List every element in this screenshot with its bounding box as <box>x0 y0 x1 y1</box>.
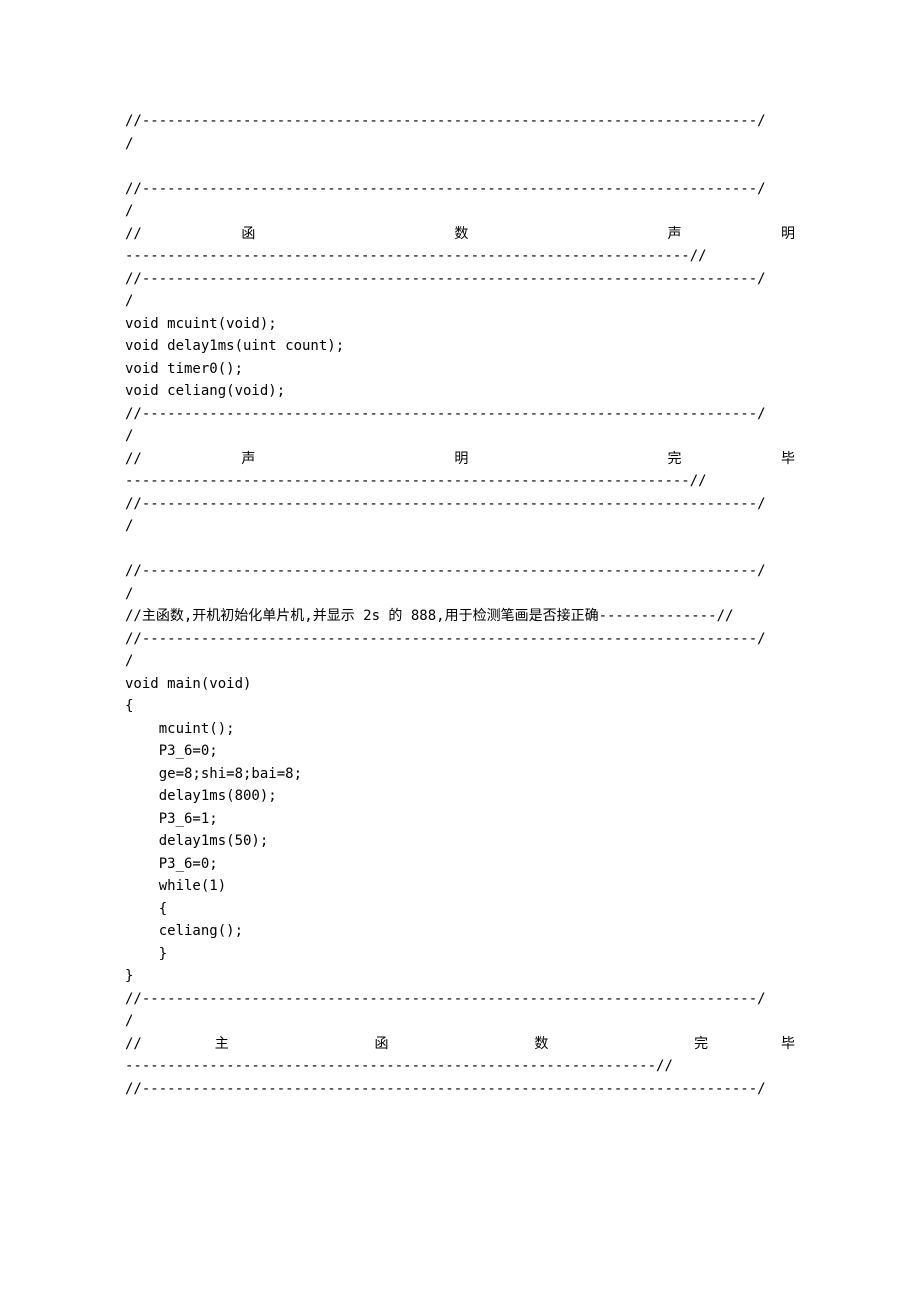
divider-tail: / <box>125 515 795 538</box>
char: 数 <box>454 223 468 246</box>
code-line: P3_6=1; <box>125 808 795 831</box>
section-title-dashes: ----------------------------------------… <box>125 245 795 268</box>
divider-dashes: //--------------------------------------… <box>125 493 795 516</box>
char: 声 <box>241 448 255 471</box>
comment-divider: //--------------------------------------… <box>125 268 795 313</box>
code-line: } <box>125 965 795 988</box>
divider-dashes: //--------------------------------------… <box>125 1078 795 1101</box>
section-title-declend: // 声 明 完 毕 <box>125 448 795 471</box>
code-line: delay1ms(800); <box>125 785 795 808</box>
divider-tail: / <box>125 650 795 673</box>
section-chars: 声 明 完 <box>142 448 781 471</box>
code-line: { <box>125 898 795 921</box>
code-line: void mcuint(void); <box>125 313 795 336</box>
divider-tail: / <box>125 1010 795 1033</box>
divider-tail: / <box>125 290 795 313</box>
code-line: delay1ms(50); <box>125 830 795 853</box>
divider-dashes: //--------------------------------------… <box>125 178 795 201</box>
divider-tail: / <box>125 583 795 606</box>
divider-dashes: //--------------------------------------… <box>125 403 795 426</box>
divider-tail: / <box>125 200 795 223</box>
comment-divider: //--------------------------------------… <box>125 178 795 223</box>
code-line: celiang(); <box>125 920 795 943</box>
dashes: ----------------------------------------… <box>125 245 795 268</box>
code-line: } <box>125 943 795 966</box>
code-line: void timer0(); <box>125 358 795 381</box>
divider-dashes: //--------------------------------------… <box>125 268 795 291</box>
divider-dashes: //--------------------------------------… <box>125 560 795 583</box>
section-title-dashes: ----------------------------------------… <box>125 1055 795 1078</box>
code-line: void delay1ms(uint count); <box>125 335 795 358</box>
char: 完 <box>667 448 681 471</box>
char: 毕 <box>781 448 795 471</box>
char: 明 <box>454 448 468 471</box>
code-line: void celiang(void); <box>125 380 795 403</box>
section-chars: 函 数 声 <box>142 223 781 246</box>
char: 函 <box>241 223 255 246</box>
blank-line <box>125 538 795 561</box>
char: 函 <box>375 1033 389 1056</box>
comment-divider: //--------------------------------------… <box>125 493 795 538</box>
char: 主 <box>215 1033 229 1056</box>
char: 声 <box>667 223 681 246</box>
comment-lead: // <box>125 1033 142 1056</box>
comment-divider: //--------------------------------------… <box>125 988 795 1033</box>
section-chars: 主 函 数 完 <box>142 1033 781 1056</box>
divider-dashes: //--------------------------------------… <box>125 988 795 1011</box>
char: 明 <box>781 223 795 246</box>
char: 完 <box>694 1033 708 1056</box>
comment-divider: //--------------------------------------… <box>125 110 795 155</box>
code-line: while(1) <box>125 875 795 898</box>
section-title-funcdecl: // 函 数 声 明 <box>125 223 795 246</box>
comment-divider: //--------------------------------------… <box>125 1078 795 1101</box>
divider-dashes: //--------------------------------------… <box>125 110 795 133</box>
char: 毕 <box>781 1033 795 1056</box>
dashes: ----------------------------------------… <box>125 470 795 493</box>
code-line: void main(void) <box>125 673 795 696</box>
code-line: P3_6=0; <box>125 740 795 763</box>
char: 数 <box>534 1033 548 1056</box>
divider-dashes: //--------------------------------------… <box>125 628 795 651</box>
blank-line <box>125 155 795 178</box>
section-title-dashes: ----------------------------------------… <box>125 470 795 493</box>
comment-lead: // <box>125 448 142 471</box>
comment-divider: //--------------------------------------… <box>125 403 795 448</box>
dashes: ----------------------------------------… <box>125 1055 795 1078</box>
divider-tail: / <box>125 425 795 448</box>
code-line: ge=8;shi=8;bai=8; <box>125 763 795 786</box>
section-title-mainend: // 主 函 数 完 毕 <box>125 1033 795 1056</box>
comment-divider: //--------------------------------------… <box>125 560 795 605</box>
divider-tail: / <box>125 133 795 156</box>
comment-divider: //--------------------------------------… <box>125 628 795 673</box>
comment-main: //主函数,开机初始化单片机,并显示 2s 的 888,用于检测笔画是否接正确-… <box>125 605 795 628</box>
code-line: mcuint(); <box>125 718 795 741</box>
code-line: P3_6=0; <box>125 853 795 876</box>
comment-lead: // <box>125 223 142 246</box>
code-line: { <box>125 695 795 718</box>
